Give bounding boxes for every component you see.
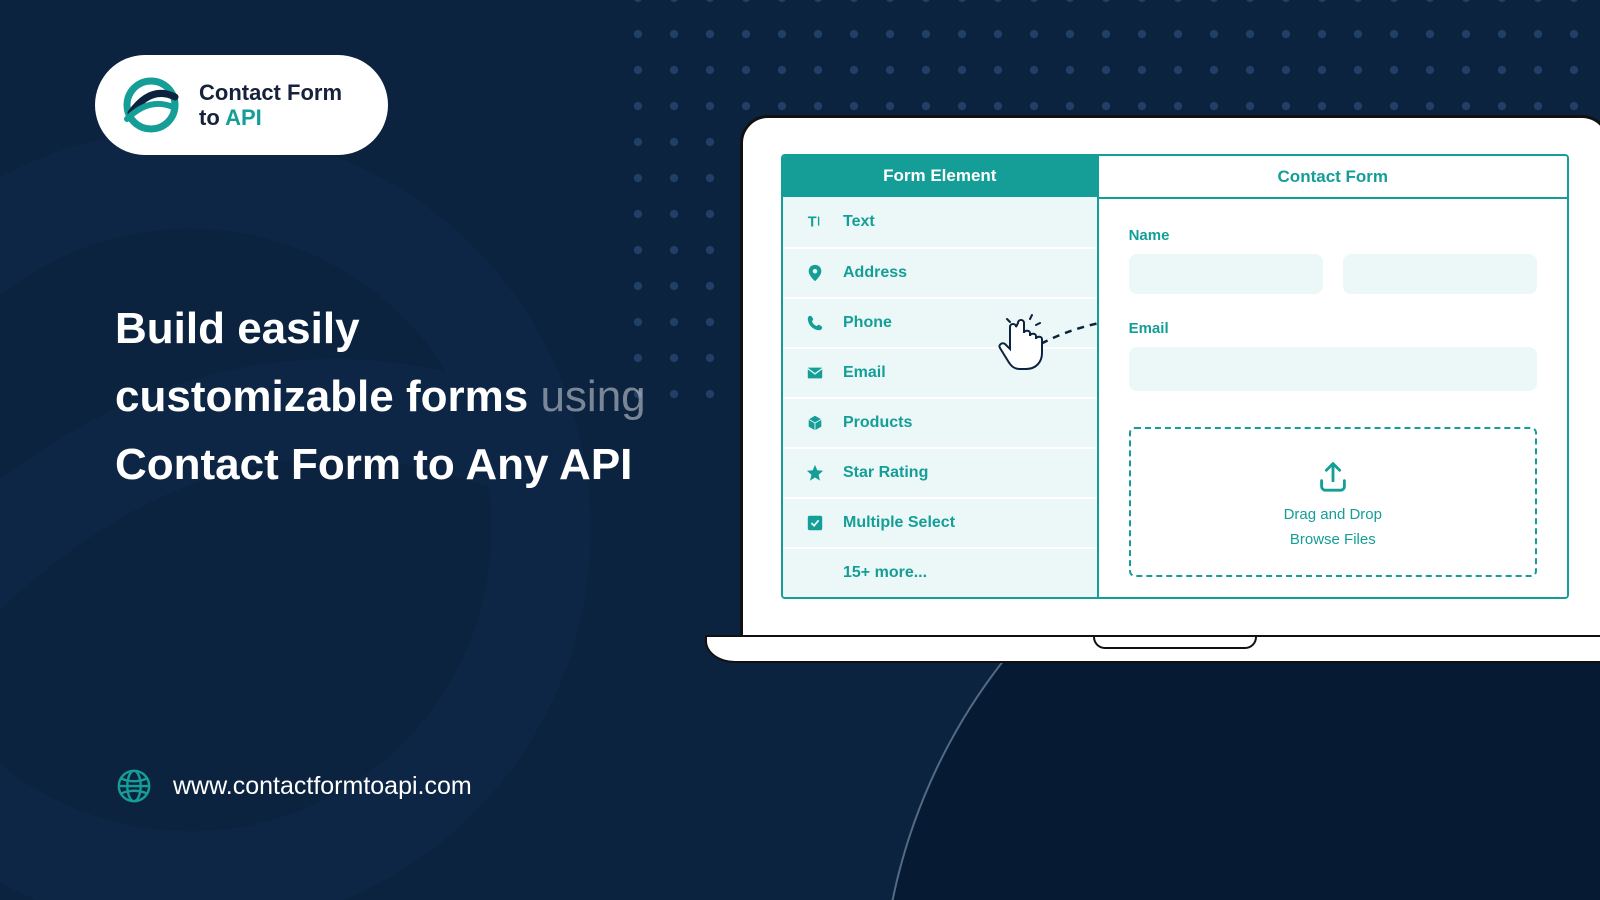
element-email-label: Email bbox=[843, 364, 886, 382]
last-name-input[interactable] bbox=[1343, 254, 1537, 294]
headline: Build easily customizable forms using Co… bbox=[115, 295, 646, 500]
laptop-screen: Form Element T Text Address bbox=[740, 115, 1600, 635]
element-products-label: Products bbox=[843, 414, 912, 432]
elements-panel-header: Form Element bbox=[783, 156, 1097, 197]
star-icon bbox=[805, 463, 825, 483]
first-name-input[interactable] bbox=[1129, 254, 1323, 294]
element-phone-label: Phone bbox=[843, 314, 892, 332]
phone-icon bbox=[805, 313, 825, 333]
element-multi-select-label: Multiple Select bbox=[843, 514, 955, 532]
box-icon bbox=[805, 413, 825, 433]
headline-part2-suffix: using bbox=[528, 372, 645, 421]
element-star-rating-label: Star Rating bbox=[843, 464, 928, 482]
logo-pill: Contact Form to API bbox=[95, 55, 388, 155]
headline-part3: Contact Form to Any API bbox=[115, 440, 632, 489]
file-dropzone[interactable]: Drag and Drop Browse Files bbox=[1129, 427, 1537, 577]
site-url: www.contactformtoapi.com bbox=[173, 772, 472, 801]
element-text-label: Text bbox=[843, 213, 875, 231]
headline-part2: customizable forms bbox=[115, 372, 528, 421]
site-url-row: www.contactformtoapi.com bbox=[115, 767, 472, 805]
name-label: Name bbox=[1129, 227, 1537, 244]
elements-list: T Text Address bbox=[783, 197, 1097, 597]
elements-panel: Form Element T Text Address bbox=[783, 156, 1097, 597]
checkbox-icon bbox=[805, 513, 825, 533]
element-email[interactable]: Email bbox=[783, 347, 1097, 397]
laptop-mock: Form Element T Text Address bbox=[740, 115, 1600, 663]
map-pin-icon bbox=[805, 263, 825, 283]
svg-text:T: T bbox=[808, 215, 817, 231]
logo-mark-icon bbox=[119, 73, 183, 137]
contact-form-panel: Contact Form Name Email bbox=[1097, 156, 1567, 597]
element-more-label: 15+ more... bbox=[843, 564, 927, 582]
element-address[interactable]: Address bbox=[783, 247, 1097, 297]
contact-panel-header: Contact Form bbox=[1099, 156, 1567, 199]
email-label: Email bbox=[1129, 320, 1537, 337]
contact-form-body: Name Email bbox=[1099, 199, 1567, 597]
headline-part1: Build easily bbox=[115, 304, 360, 353]
text-icon: T bbox=[805, 212, 825, 232]
upload-icon bbox=[1314, 456, 1352, 498]
dropzone-line1: Drag and Drop bbox=[1284, 506, 1382, 523]
element-address-label: Address bbox=[843, 264, 907, 282]
element-multiple-select[interactable]: Multiple Select bbox=[783, 497, 1097, 547]
element-star-rating[interactable]: Star Rating bbox=[783, 447, 1097, 497]
element-text[interactable]: T Text bbox=[783, 197, 1097, 247]
element-products[interactable]: Products bbox=[783, 397, 1097, 447]
element-phone[interactable]: Phone bbox=[783, 297, 1097, 347]
email-input[interactable] bbox=[1129, 347, 1537, 391]
dropzone-line2: Browse Files bbox=[1290, 531, 1376, 548]
logo-text-line2: to API bbox=[199, 105, 342, 130]
laptop-base bbox=[705, 635, 1600, 663]
element-more[interactable]: 15+ more... bbox=[783, 547, 1097, 597]
globe-icon bbox=[115, 767, 153, 805]
promo-stage: Contact Form to API Build easily customi… bbox=[0, 0, 1600, 900]
form-builder: Form Element T Text Address bbox=[781, 154, 1569, 599]
envelope-icon bbox=[805, 363, 825, 383]
logo-text-line1: Contact Form bbox=[199, 80, 342, 105]
